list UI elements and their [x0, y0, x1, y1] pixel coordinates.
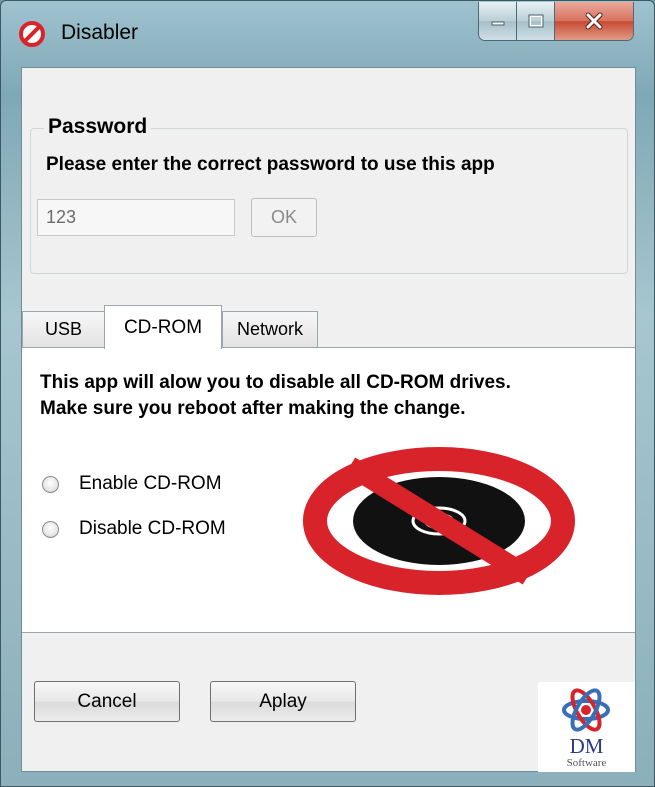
- maximize-button[interactable]: [517, 2, 555, 40]
- password-input[interactable]: [37, 199, 235, 236]
- instruction-line-1: This app will alow you to disable all CD…: [40, 372, 511, 393]
- close-button[interactable]: [555, 2, 633, 40]
- atom-logo-icon: [562, 688, 610, 732]
- logo-subtitle: Software: [566, 757, 607, 769]
- app-window: Disabler Password Please enter the corre…: [0, 0, 655, 787]
- minimize-icon: [491, 21, 504, 26]
- cd-rom-instructions: This app will alow you to disable all CD…: [40, 370, 511, 422]
- minimize-button[interactable]: [479, 2, 517, 40]
- client-area: Password Please enter the correct passwo…: [21, 67, 636, 772]
- enable-cd-rom-label: Enable CD-ROM: [79, 473, 222, 494]
- enable-cd-rom-option[interactable]: Enable CD-ROM: [42, 473, 222, 495]
- apply-button[interactable]: Aplay: [210, 681, 356, 722]
- logo-name: DM: [569, 734, 604, 758]
- caption-buttons: [478, 2, 634, 41]
- tab-cd-rom[interactable]: CD-ROM: [104, 305, 222, 349]
- no-entry-icon: [19, 21, 45, 47]
- close-icon: [585, 12, 603, 30]
- maximize-icon: [528, 14, 543, 28]
- window-title: Disabler: [61, 21, 139, 44]
- instruction-line-2: Make sure you reboot after making the ch…: [40, 398, 466, 419]
- ok-button[interactable]: OK: [251, 198, 317, 237]
- tab-network[interactable]: Network: [222, 311, 318, 347]
- password-group-title: Password: [44, 115, 152, 139]
- disable-cd-rom-radio[interactable]: [42, 520, 59, 538]
- password-description: Please enter the correct password to use…: [46, 154, 495, 175]
- enable-cd-rom-radio[interactable]: [42, 475, 59, 493]
- cd-rom-tab-panel: This app will alow you to disable all CD…: [22, 347, 635, 633]
- dm-software-logo: DM Software: [538, 682, 635, 772]
- disable-cd-rom-label: Disable CD-ROM: [79, 518, 226, 539]
- cancel-button[interactable]: Cancel: [34, 681, 180, 722]
- tab-usb[interactable]: USB: [22, 311, 105, 347]
- disable-cd-rom-option[interactable]: Disable CD-ROM: [42, 518, 226, 540]
- no-cd-icon: [303, 447, 575, 595]
- title-bar[interactable]: Disabler: [1, 1, 654, 67]
